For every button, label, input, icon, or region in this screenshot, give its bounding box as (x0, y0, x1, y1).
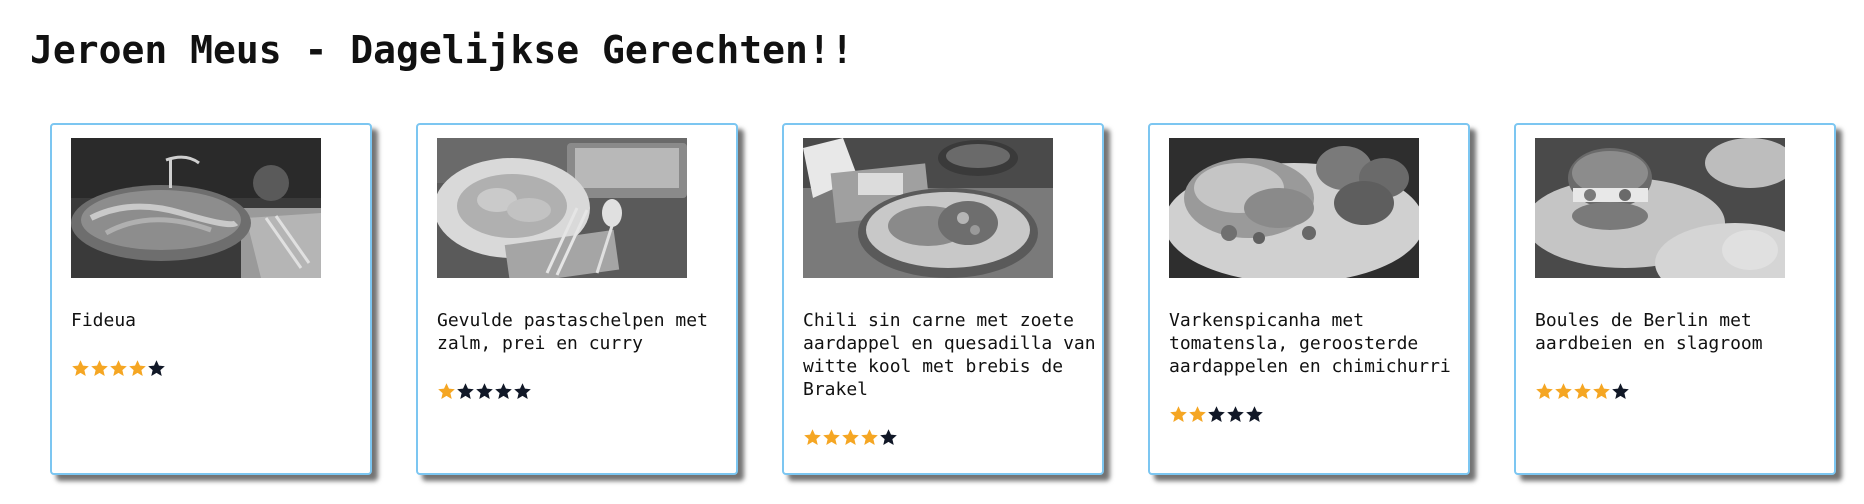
star-filled-icon (129, 360, 146, 377)
recipe-title[interactable]: Gevulde pastaschelpen met zalm, prei en … (437, 309, 737, 355)
star-empty-icon (1208, 406, 1225, 423)
star-empty-icon (148, 360, 165, 377)
recipe-card[interactable]: Boules de Berlin met aardbeien en slagro… (1514, 123, 1836, 475)
recipe-image[interactable] (1535, 138, 1785, 278)
recipe-card[interactable]: Fideua (50, 123, 372, 475)
star-filled-icon (91, 360, 108, 377)
star-empty-icon (1227, 406, 1244, 423)
recipe-title[interactable]: Chili sin carne met zoete aardappel en q… (803, 309, 1103, 401)
recipe-card[interactable]: Varkenspicanha met tomatensla, gerooster… (1148, 123, 1470, 475)
star-empty-icon (514, 383, 531, 400)
star-filled-icon (72, 360, 89, 377)
star-empty-icon (457, 383, 474, 400)
star-rating (1535, 382, 1630, 404)
recipe-title[interactable]: Varkenspicanha met tomatensla, gerooster… (1169, 309, 1469, 378)
star-filled-icon (1536, 383, 1553, 400)
recipe-image[interactable] (803, 138, 1053, 278)
star-filled-icon (1593, 383, 1610, 400)
star-filled-icon (110, 360, 127, 377)
star-filled-icon (1170, 406, 1187, 423)
recipe-title[interactable]: Fideua (71, 309, 371, 332)
recipe-card-list: Fideua Gevulde pastaschelpen met zalm, p (50, 123, 1840, 478)
page-title: Jeroen Meus - Dagelijkse Gerechten!! (30, 28, 854, 72)
star-rating (437, 382, 532, 404)
star-empty-icon (880, 429, 897, 446)
recipe-image[interactable] (1169, 138, 1419, 278)
star-rating (803, 428, 898, 450)
star-filled-icon (1574, 383, 1591, 400)
star-empty-icon (476, 383, 493, 400)
star-filled-icon (1189, 406, 1206, 423)
star-filled-icon (861, 429, 878, 446)
star-empty-icon (1612, 383, 1629, 400)
star-rating (71, 359, 166, 381)
star-filled-icon (842, 429, 859, 446)
recipe-card[interactable]: Chili sin carne met zoete aardappel en q… (782, 123, 1104, 475)
star-filled-icon (823, 429, 840, 446)
star-filled-icon (1555, 383, 1572, 400)
star-filled-icon (804, 429, 821, 446)
recipe-title[interactable]: Boules de Berlin met aardbeien en slagro… (1535, 309, 1835, 355)
recipe-image[interactable] (437, 138, 687, 278)
star-rating (1169, 405, 1264, 427)
star-empty-icon (495, 383, 512, 400)
star-empty-icon (1246, 406, 1263, 423)
recipe-card[interactable]: Gevulde pastaschelpen met zalm, prei en … (416, 123, 738, 475)
star-filled-icon (438, 383, 455, 400)
recipe-image[interactable] (71, 138, 321, 278)
